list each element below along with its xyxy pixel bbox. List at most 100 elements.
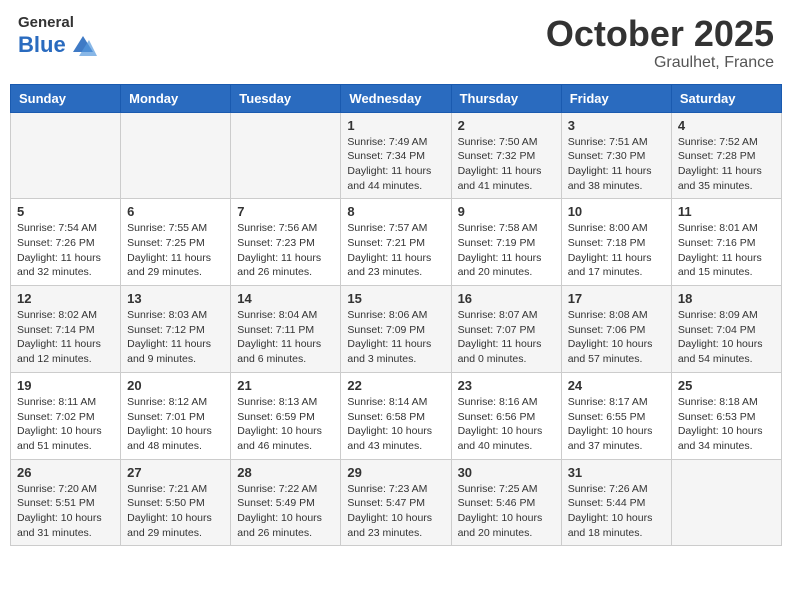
day-number: 8	[347, 204, 444, 219]
calendar-cell: 23 Sunrise: 8:16 AMSunset: 6:56 PMDayligh…	[451, 372, 561, 459]
calendar-cell: 6Sunrise: 7:55 AMSunset: 7:25 PMDaylight…	[121, 199, 231, 286]
day-number: 26	[17, 465, 114, 480]
calendar-cell: 22Sunrise: 8:14 AMSunset: 6:58 PMDayligh…	[341, 372, 451, 459]
day-number: 24	[568, 378, 665, 393]
calendar-cell: 28 Sunrise: 7:22 AMSunset: 5:49 PMDayligh…	[231, 459, 341, 546]
calendar-week-row: 1 Sunrise: 7:49 AMSunset: 7:34 PMDaylight…	[11, 112, 782, 199]
calendar-cell: 30Sunrise: 7:25 AMSunset: 5:46 PMDayligh…	[451, 459, 561, 546]
day-info: Sunrise: 7:21 AMSunset: 5:50 PMDaylight:…	[127, 482, 224, 541]
day-number: 2	[458, 118, 555, 133]
month-title: October 2025	[546, 14, 774, 54]
day-number: 23	[458, 378, 555, 393]
calendar-cell: 7 Sunrise: 7:56 AMSunset: 7:23 PMDaylight…	[231, 199, 341, 286]
day-info: Sunrise: 7:58 AMSunset: 7:19 PMDaylight:…	[458, 221, 555, 280]
calendar-cell: 24Sunrise: 8:17 AMSunset: 6:55 PMDayligh…	[561, 372, 671, 459]
logo-icon	[69, 32, 97, 58]
weekday-header-wednesday: Wednesday	[341, 84, 451, 112]
day-info: Sunrise: 7:22 AMSunset: 5:49 PMDaylight:…	[237, 482, 334, 541]
calendar-cell: 4Sunrise: 7:52 AMSunset: 7:28 PMDaylight…	[671, 112, 781, 199]
logo-general: General	[18, 14, 97, 32]
weekday-header-monday: Monday	[121, 84, 231, 112]
calendar-cell: 12Sunrise: 8:02 AMSunset: 7:14 PMDayligh…	[11, 286, 121, 373]
day-number: 14	[237, 291, 334, 306]
calendar-cell: 19 Sunrise: 8:11 AMSunset: 7:02 PMDayligh…	[11, 372, 121, 459]
calendar-cell: 20 Sunrise: 8:12 AMSunset: 7:01 PMDayligh…	[121, 372, 231, 459]
logo: General Blue	[18, 14, 97, 58]
weekday-header-saturday: Saturday	[671, 84, 781, 112]
calendar-cell: 2 Sunrise: 7:50 AMSunset: 7:32 PMDaylight…	[451, 112, 561, 199]
day-number: 10	[568, 204, 665, 219]
calendar-cell	[671, 459, 781, 546]
day-info: Sunrise: 8:01 AMSunset: 7:16 PMDaylight:…	[678, 221, 775, 280]
day-info: Sunrise: 8:07 AMSunset: 7:07 PMDaylight:…	[458, 308, 555, 367]
calendar-cell: 29 Sunrise: 7:23 AMSunset: 5:47 PMDayligh…	[341, 459, 451, 546]
calendar-cell: 31 Sunrise: 7:26 AMSunset: 5:44 PMDayligh…	[561, 459, 671, 546]
page-header: General Blue October 2025 Graulhet, Fran…	[10, 10, 782, 76]
day-info: Sunrise: 7:57 AMSunset: 7:21 PMDaylight:…	[347, 221, 444, 280]
calendar-cell: 26Sunrise: 7:20 AMSunset: 5:51 PMDayligh…	[11, 459, 121, 546]
day-number: 31	[568, 465, 665, 480]
day-info: Sunrise: 7:54 AMSunset: 7:26 PMDaylight:…	[17, 221, 114, 280]
day-number: 15	[347, 291, 444, 306]
calendar-cell: 18Sunrise: 8:09 AMSunset: 7:04 PMDayligh…	[671, 286, 781, 373]
day-info: Sunrise: 7:26 AMSunset: 5:44 PMDaylight:…	[568, 482, 665, 541]
calendar-cell: 21 Sunrise: 8:13 AMSunset: 6:59 PMDayligh…	[231, 372, 341, 459]
day-info: Sunrise: 8:13 AMSunset: 6:59 PMDaylight:…	[237, 395, 334, 454]
calendar-cell	[11, 112, 121, 199]
day-info: Sunrise: 8:04 AMSunset: 7:11 PMDaylight:…	[237, 308, 334, 367]
title-section: October 2025 Graulhet, France	[546, 14, 774, 72]
day-number: 13	[127, 291, 224, 306]
calendar-cell: 15Sunrise: 8:06 AMSunset: 7:09 PMDayligh…	[341, 286, 451, 373]
day-number: 17	[568, 291, 665, 306]
calendar-cell: 11Sunrise: 8:01 AMSunset: 7:16 PMDayligh…	[671, 199, 781, 286]
calendar-cell	[231, 112, 341, 199]
day-info: Sunrise: 8:16 AMSunset: 6:56 PMDaylight:…	[458, 395, 555, 454]
day-number: 21	[237, 378, 334, 393]
day-number: 9	[458, 204, 555, 219]
day-number: 25	[678, 378, 775, 393]
calendar-cell: 27Sunrise: 7:21 AMSunset: 5:50 PMDayligh…	[121, 459, 231, 546]
day-info: Sunrise: 8:03 AMSunset: 7:12 PMDaylight:…	[127, 308, 224, 367]
day-number: 19	[17, 378, 114, 393]
day-info: Sunrise: 8:09 AMSunset: 7:04 PMDaylight:…	[678, 308, 775, 367]
day-number: 20	[127, 378, 224, 393]
calendar-cell: 9 Sunrise: 7:58 AMSunset: 7:19 PMDaylight…	[451, 199, 561, 286]
calendar-cell: 13 Sunrise: 8:03 AMSunset: 7:12 PMDayligh…	[121, 286, 231, 373]
day-info: Sunrise: 7:49 AMSunset: 7:34 PMDaylight:…	[347, 135, 444, 194]
day-info: Sunrise: 8:00 AMSunset: 7:18 PMDaylight:…	[568, 221, 665, 280]
day-info: Sunrise: 8:12 AMSunset: 7:01 PMDaylight:…	[127, 395, 224, 454]
day-info: Sunrise: 7:50 AMSunset: 7:32 PMDaylight:…	[458, 135, 555, 194]
day-info: Sunrise: 7:51 AMSunset: 7:30 PMDaylight:…	[568, 135, 665, 194]
weekday-header-thursday: Thursday	[451, 84, 561, 112]
calendar-cell: 16 Sunrise: 8:07 AMSunset: 7:07 PMDayligh…	[451, 286, 561, 373]
calendar-cell: 5 Sunrise: 7:54 AMSunset: 7:26 PMDaylight…	[11, 199, 121, 286]
calendar-cell: 10 Sunrise: 8:00 AMSunset: 7:18 PMDayligh…	[561, 199, 671, 286]
calendar-cell: 14 Sunrise: 8:04 AMSunset: 7:11 PMDayligh…	[231, 286, 341, 373]
calendar-cell: 8 Sunrise: 7:57 AMSunset: 7:21 PMDaylight…	[341, 199, 451, 286]
weekday-header-friday: Friday	[561, 84, 671, 112]
day-number: 5	[17, 204, 114, 219]
day-info: Sunrise: 8:18 AMSunset: 6:53 PMDaylight:…	[678, 395, 775, 454]
weekday-header-sunday: Sunday	[11, 84, 121, 112]
calendar-cell: 3Sunrise: 7:51 AMSunset: 7:30 PMDaylight…	[561, 112, 671, 199]
logo-blue: Blue	[18, 32, 97, 58]
calendar-table: SundayMondayTuesdayWednesdayThursdayFrid…	[10, 84, 782, 547]
day-number: 6	[127, 204, 224, 219]
calendar-week-row: 19 Sunrise: 8:11 AMSunset: 7:02 PMDayligh…	[11, 372, 782, 459]
calendar-week-row: 26Sunrise: 7:20 AMSunset: 5:51 PMDayligh…	[11, 459, 782, 546]
location: Graulhet, France	[546, 54, 774, 72]
day-info: Sunrise: 7:56 AMSunset: 7:23 PMDaylight:…	[237, 221, 334, 280]
day-info: Sunrise: 8:08 AMSunset: 7:06 PMDaylight:…	[568, 308, 665, 367]
day-number: 7	[237, 204, 334, 219]
day-number: 29	[347, 465, 444, 480]
day-number: 16	[458, 291, 555, 306]
day-number: 1	[347, 118, 444, 133]
day-info: Sunrise: 7:23 AMSunset: 5:47 PMDaylight:…	[347, 482, 444, 541]
day-number: 22	[347, 378, 444, 393]
day-info: Sunrise: 8:02 AMSunset: 7:14 PMDaylight:…	[17, 308, 114, 367]
day-info: Sunrise: 8:11 AMSunset: 7:02 PMDaylight:…	[17, 395, 114, 454]
calendar-cell: 17 Sunrise: 8:08 AMSunset: 7:06 PMDayligh…	[561, 286, 671, 373]
day-number: 4	[678, 118, 775, 133]
calendar-week-row: 5 Sunrise: 7:54 AMSunset: 7:26 PMDaylight…	[11, 199, 782, 286]
day-number: 28	[237, 465, 334, 480]
